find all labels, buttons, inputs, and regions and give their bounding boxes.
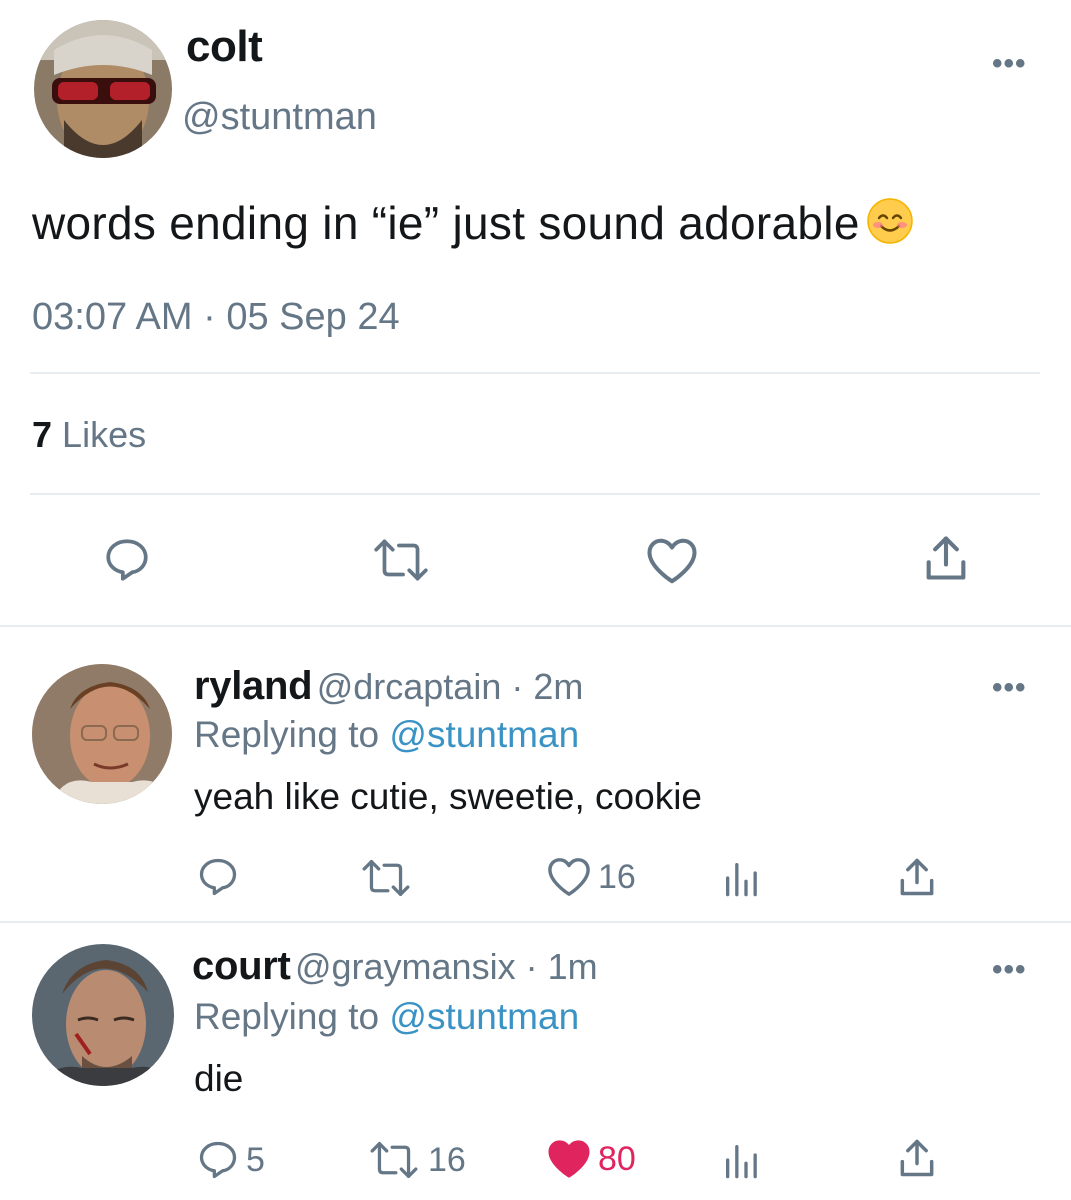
retweet-button[interactable]: 16 <box>366 1140 466 1180</box>
replying-to-label: Replying to <box>194 714 380 755</box>
reply-author-meta[interactable]: @graymansix · 1m <box>295 946 598 987</box>
reply-text: die <box>194 1058 244 1099</box>
share-button[interactable] <box>920 532 972 584</box>
smiling-face-icon <box>866 197 914 245</box>
reply-header: ryland @drcaptain · 2m <box>194 664 583 709</box>
heart-icon <box>548 858 590 896</box>
avatar-ryland[interactable] <box>32 664 172 804</box>
reply-button[interactable] <box>102 535 152 585</box>
tweet-timestamp[interactable]: 03:07 AM · 05 Sep 24 <box>32 296 400 339</box>
likes-count: 7 <box>32 414 53 455</box>
like-button[interactable]: 80 <box>546 1138 636 1180</box>
replying-to: Replying to @stuntman <box>194 996 579 1038</box>
likes-summary[interactable]: 7 Likes <box>32 414 146 456</box>
more-options-icon[interactable]: ••• <box>992 49 1027 79</box>
divider <box>30 372 1040 374</box>
analytics-button[interactable] <box>720 858 762 898</box>
replying-to: Replying to @stuntman <box>194 714 579 756</box>
reply-author-meta[interactable]: @drcaptain · 2m <box>317 666 584 707</box>
share-icon <box>900 1139 934 1177</box>
share-icon <box>926 536 966 580</box>
divider <box>0 921 1071 923</box>
replying-to-label: Replying to <box>194 996 380 1037</box>
retweet-icon <box>370 1142 418 1178</box>
like-button[interactable] <box>645 536 699 586</box>
divider <box>30 493 1040 495</box>
analytics-icon <box>726 863 757 897</box>
author-name[interactable]: colt <box>186 22 263 72</box>
more-options-icon[interactable]: ••• <box>992 673 1027 703</box>
reply-button[interactable] <box>196 855 240 899</box>
share-button[interactable] <box>895 855 939 899</box>
reply-icon <box>199 1141 237 1179</box>
reply-text: yeah like cutie, sweetie, cookie <box>194 776 702 817</box>
retweet-icon <box>374 539 428 581</box>
retweet-button[interactable] <box>358 858 414 898</box>
share-button[interactable] <box>895 1136 939 1180</box>
more-options-icon[interactable]: ••• <box>992 955 1027 985</box>
author-handle[interactable]: @stuntman <box>182 96 377 139</box>
tweet-text: words ending in “ie” just sound adorable <box>32 196 914 250</box>
like-count: 16 <box>598 857 636 896</box>
divider <box>0 625 1071 627</box>
replying-to-handle[interactable]: @stuntman <box>389 714 579 755</box>
reply-header: court @graymansix · 1m <box>192 944 598 989</box>
like-button[interactable]: 16 <box>546 856 636 898</box>
reply-icon <box>106 539 148 581</box>
avatar-court[interactable] <box>32 944 174 1086</box>
reply-icon <box>199 858 237 896</box>
avatar-colt[interactable] <box>34 20 172 158</box>
heart-filled-icon <box>548 1140 590 1178</box>
share-icon <box>900 858 934 896</box>
analytics-button[interactable] <box>720 1140 762 1180</box>
analytics-icon <box>726 1145 757 1179</box>
tweet-text-content: words ending in “ie” just sound adorable <box>32 197 860 249</box>
heart-icon <box>647 538 697 584</box>
reply-author-name[interactable]: ryland <box>194 664 313 708</box>
reply-button[interactable]: 5 <box>196 1138 265 1182</box>
retweet-button[interactable] <box>370 537 432 583</box>
like-count: 80 <box>598 1139 636 1178</box>
retweet-count: 16 <box>428 1140 466 1179</box>
likes-label: Likes <box>62 414 147 455</box>
reply-author-name[interactable]: court <box>192 944 291 988</box>
reply-count: 5 <box>246 1140 265 1179</box>
retweet-icon <box>362 860 410 896</box>
replying-to-handle[interactable]: @stuntman <box>389 996 579 1037</box>
